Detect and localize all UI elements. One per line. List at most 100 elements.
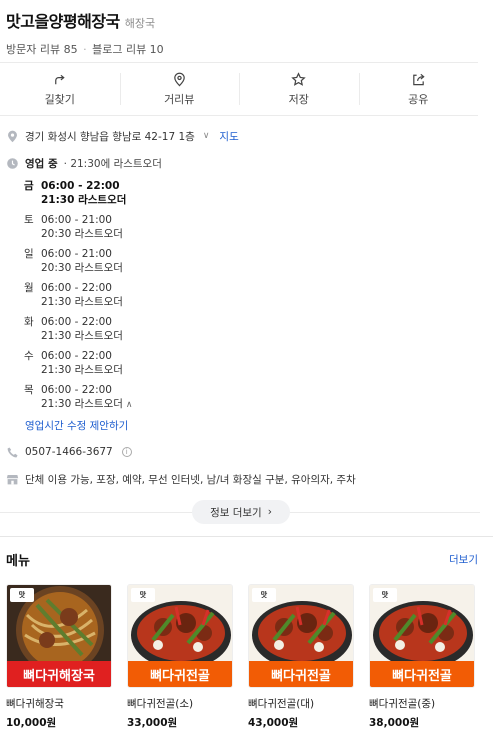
menu-banner: 뼈다귀전골: [249, 661, 353, 687]
review-summary: 방문자 리뷰 85 · 블로그 리뷰 10: [6, 41, 486, 57]
chevron-right-icon: ›: [267, 506, 272, 518]
day-last-order: 20:30 라스트오더: [41, 262, 123, 274]
place-name: 맛고을양평해장국: [6, 12, 120, 31]
visitor-reviews-link[interactable]: 방문자 리뷰 85: [6, 43, 78, 56]
hours-day-sat: 토 06:00 - 21:00 20:30 라스트오더: [24, 213, 224, 241]
location-pin-icon: [173, 72, 185, 86]
menu-item-photo[interactable]: 맛 뼈다귀해장국: [6, 584, 112, 688]
day-last-order: 20:30 라스트오더: [41, 228, 123, 240]
menu-item-name: 뼈다귀전골(대): [248, 698, 315, 710]
more-info-label: 정보 더보기: [210, 506, 262, 519]
brand-logo: 맛: [373, 588, 397, 602]
address-row: 경기 화성시 향남읍 향남로 42-17 1층 ∨ 지도: [6, 128, 482, 144]
menu-item[interactable]: 맛 뼈다귀해장국 뼈다귀해장국 10,000원: [6, 584, 112, 730]
street-view-label: 거리뷰: [164, 92, 195, 106]
chevron-down-icon[interactable]: ∨: [203, 131, 210, 141]
menu-item-price: 10,000원: [6, 717, 57, 729]
info-icon[interactable]: i: [121, 447, 132, 457]
store-icon: [6, 474, 19, 484]
menu-banner: 뼈다귀전골: [128, 661, 232, 687]
share-button[interactable]: 공유: [358, 63, 479, 115]
day-label: 수: [24, 350, 34, 362]
menu-more-link[interactable]: 더보기: [449, 552, 478, 567]
day-hours: 06:00 - 22:00: [41, 350, 112, 362]
menu-list: 맛 뼈다귀해장국 뼈다귀해장국 10,000원 맛 뼈다귀전골 뼈다귀전골(소): [6, 584, 486, 737]
day-hours: 06:00 - 22:00: [41, 180, 120, 192]
day-label: 일: [24, 248, 34, 260]
day-hours: 06:00 - 22:00: [41, 384, 112, 396]
menu-item-name: 뼈다귀전골(중): [369, 698, 436, 710]
menu-banner: 뼈다귀해장국: [7, 661, 111, 687]
hours-day-wed: 수 06:00 - 22:00 21:30 라스트오더: [24, 349, 224, 377]
clock-icon: [7, 157, 18, 169]
suggest-hours-edit-link[interactable]: 영업시간 수정 제안하기: [25, 418, 128, 433]
review-separator: ·: [83, 43, 87, 56]
day-label: 목: [24, 384, 34, 396]
open-status: 영업 중: [25, 157, 58, 170]
menu-title: 메뉴: [6, 554, 30, 569]
day-last-order: 21:30 라스트오더: [41, 330, 123, 342]
day-label: 화: [24, 316, 34, 328]
street-view-button[interactable]: 거리뷰: [119, 63, 240, 115]
hours-day-tue: 화 06:00 - 22:00 21:30 라스트오더: [24, 315, 224, 343]
menu-banner: 뼈다귀전골: [370, 661, 474, 687]
action-bar: 길찾기 거리뷰 저장 공유: [0, 62, 478, 116]
directions-button[interactable]: 길찾기: [0, 63, 120, 115]
place-header: 맛고을양평해장국 해장국 방문자 리뷰 85 · 블로그 리뷰 10: [6, 8, 486, 57]
day-hours: 06:00 - 21:00: [41, 248, 112, 260]
menu-item-price: 33,000원: [127, 717, 178, 729]
day-last-order: 21:30 라스트오더: [41, 296, 123, 308]
menu-item[interactable]: 맛 뼈다귀전골 뼈다귀전골(대) 43,000원: [248, 584, 354, 730]
phone-row: 0507-1466-3677 i: [6, 445, 482, 459]
brand-logo: 맛: [10, 588, 34, 602]
map-link[interactable]: 지도: [219, 129, 238, 144]
facilities-text: 단체 이용 가능, 포장, 예약, 무선 인터넷, 남/녀 화장실 구분, 유아…: [25, 473, 356, 486]
location-pin-icon: [8, 130, 17, 142]
menu-item-price: 43,000원: [248, 717, 299, 729]
brand-logo: 맛: [131, 588, 155, 602]
menu-header: 메뉴 더보기: [6, 550, 478, 569]
day-last-order: 21:30 라스트오더: [41, 194, 127, 206]
menu-item-name: 뼈다귀전골(소): [127, 698, 194, 710]
last-order-note: · 21:30에 라스트오더: [63, 157, 162, 170]
menu-item[interactable]: 맛 뼈다귀전골 뼈다귀전골(소) 33,000원: [127, 584, 233, 730]
directions-icon: [55, 74, 65, 84]
menu-item-photo[interactable]: 맛 뼈다귀전골: [127, 584, 233, 688]
save-button[interactable]: 저장: [239, 63, 359, 115]
hours-day-mon: 월 06:00 - 22:00 21:30 라스트오더: [24, 281, 224, 309]
day-label: 월: [24, 282, 34, 294]
menu-item-photo[interactable]: 맛 뼈다귀전골: [248, 584, 354, 688]
day-hours: 06:00 - 21:00: [41, 214, 112, 226]
day-hours: 06:00 - 22:00: [41, 316, 112, 328]
day-label: 토: [24, 214, 34, 226]
day-label: 금: [24, 180, 34, 192]
hours-list: 금 06:00 - 22:00 21:30 라스트오더 토 06:00 - 21:0…: [24, 179, 224, 418]
hours-status-row: 영업 중 · 21:30에 라스트오더: [6, 156, 482, 170]
menu-item-photo[interactable]: 맛 뼈다귀전골: [369, 584, 475, 688]
phone-icon: [7, 446, 18, 457]
menu-item[interactable]: 맛 뼈다귀전골 뼈다귀전골(중) 38,000원: [369, 584, 475, 730]
facilities-row: 단체 이용 가능, 포장, 예약, 무선 인터넷, 남/녀 화장실 구분, 유아…: [6, 472, 482, 486]
save-label: 저장: [288, 92, 309, 106]
menu-item-price: 38,000원: [369, 717, 420, 729]
directions-label: 길찾기: [44, 92, 75, 106]
day-last-order: 21:30 라스트오더: [41, 398, 123, 410]
blog-reviews-link[interactable]: 블로그 리뷰 10: [92, 43, 164, 56]
chevron-up-icon[interactable]: ∧: [126, 400, 133, 410]
phone-number[interactable]: 0507-1466-3677: [25, 446, 113, 458]
day-last-order: 21:30 라스트오더: [41, 364, 123, 376]
hours-day-fri: 금 06:00 - 22:00 21:30 라스트오더: [24, 179, 224, 207]
place-category: 해장국: [124, 17, 156, 30]
star-icon: [291, 71, 306, 86]
address-text: 경기 화성시 향남읍 향남로 42-17 1층: [25, 130, 195, 143]
more-info-button[interactable]: 정보 더보기 ›: [192, 500, 290, 524]
share-icon: [412, 73, 425, 85]
menu-item-name: 뼈다귀해장국: [6, 698, 64, 710]
info-section: 경기 화성시 향남읍 향남로 42-17 1층 ∨ 지도 영업 중 · 21:3…: [6, 128, 482, 170]
hours-day-thu: 목 06:00 - 22:00 21:30 라스트오더 ∧: [24, 383, 224, 412]
section-divider: [0, 536, 493, 537]
brand-logo: 맛: [252, 588, 276, 602]
share-label: 공유: [408, 92, 429, 106]
day-hours: 06:00 - 22:00: [41, 282, 112, 294]
more-info-section: 정보 더보기 ›: [0, 500, 480, 524]
